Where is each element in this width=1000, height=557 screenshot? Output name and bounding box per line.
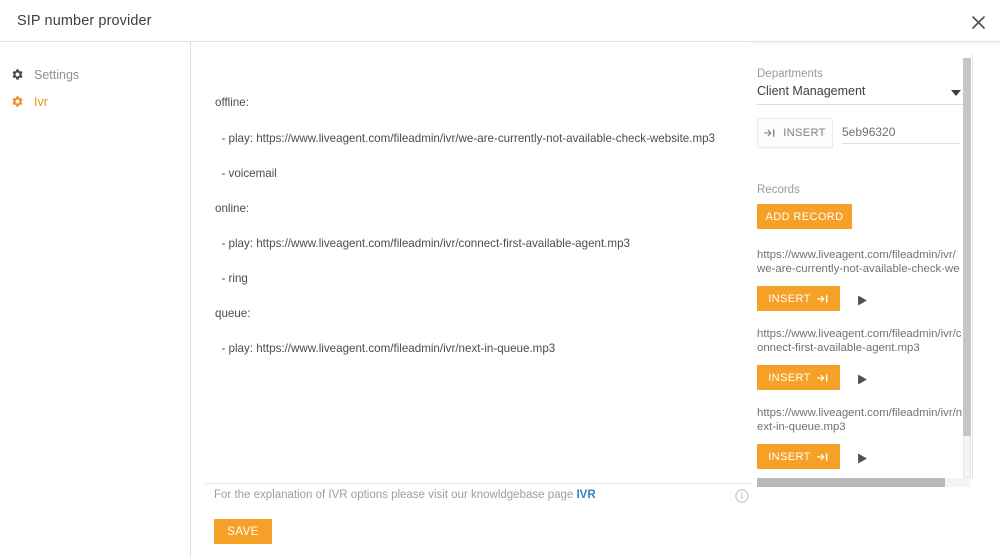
add-record-button[interactable]: ADD RECORD [757,204,852,229]
sip-number-provider-dialog: SIP number provider Settings Ivr [0,0,1000,557]
panel-vertical-scrollbar-thumb[interactable] [963,58,971,436]
info-icon[interactable] [735,489,749,503]
ivr-knowledgebase-link[interactable]: IVR [576,489,595,501]
record-url: https://www.liveagent.com/fileadmin/ivr/… [757,406,963,434]
code-line: online: [215,203,735,215]
play-icon[interactable] [857,372,869,384]
record-insert-button[interactable]: INSERT [757,365,840,390]
sidebar-item-label: Settings [34,68,79,82]
code-line: - play: https://www.liveagent.com/filead… [215,133,735,145]
insert-arrow-icon [817,452,829,462]
sidebar-item-settings[interactable]: Settings [0,61,191,88]
record-insert-button[interactable]: INSERT [757,286,840,311]
departments-value: Client Management [757,84,865,98]
divider [205,483,752,484]
close-icon[interactable] [965,9,991,35]
editor-pane: offline: - play: https://www.liveagent.c… [191,42,751,557]
panel-border [972,54,973,479]
page-title: SIP number provider [17,13,152,29]
record-url: https://www.liveagent.com/fileadmin/ivr/… [757,248,963,276]
code-line: offline: [215,97,735,109]
department-code-field[interactable]: 5eb96320 [842,122,960,144]
dialog-header: SIP number provider [0,0,1000,42]
chevron-down-icon [951,90,961,96]
help-note-text: For the explanation of IVR options pleas… [214,489,576,501]
insert-department-button[interactable]: INSERT [757,118,833,148]
sidebar-item-ivr[interactable]: Ivr [0,88,191,115]
insert-button-label: INSERT [783,127,826,139]
insert-arrow-icon [764,128,776,138]
record-insert-button[interactable]: INSERT [757,444,840,469]
help-note: For the explanation of IVR options pleas… [214,489,596,501]
record-url: https://www.liveagent.com/fileadmin/ivr/… [757,327,963,355]
code-line: queue: [215,308,735,320]
sidebar: Settings Ivr [0,42,191,557]
code-line: - play: https://www.liveagent.com/filead… [215,238,735,250]
code-line: - play: https://www.liveagent.com/filead… [215,343,735,355]
ivr-script-editor[interactable]: offline: - play: https://www.liveagent.c… [215,74,735,479]
gear-icon [0,68,34,81]
insert-code-row: INSERT 5eb96320 [757,118,963,148]
record-item: https://www.liveagent.com/fileadmin/ivr/… [757,248,973,311]
code-line: - voicemail [215,168,735,180]
records-label: Records [757,184,800,196]
panel-horizontal-scrollbar-thumb[interactable] [757,478,945,487]
departments-label: Departments [757,68,823,80]
record-insert-label: INSERT [768,372,811,384]
play-icon[interactable] [857,451,869,463]
record-insert-label: INSERT [768,293,811,305]
record-item: https://www.liveagent.com/fileadmin/ivr/… [757,327,973,390]
sidebar-item-label: Ivr [34,95,48,109]
save-button[interactable]: SAVE [214,519,272,544]
insert-arrow-icon [817,294,829,304]
departments-select[interactable]: Client Management [757,84,963,105]
records-panel: Departments Client Management INSERT 5eb… [751,54,973,479]
gear-icon [0,95,34,108]
play-icon[interactable] [857,293,869,305]
code-line: - ring [215,273,735,285]
record-item: https://www.liveagent.com/fileadmin/ivr/… [757,406,973,469]
insert-arrow-icon [817,373,829,383]
record-insert-label: INSERT [768,451,811,463]
